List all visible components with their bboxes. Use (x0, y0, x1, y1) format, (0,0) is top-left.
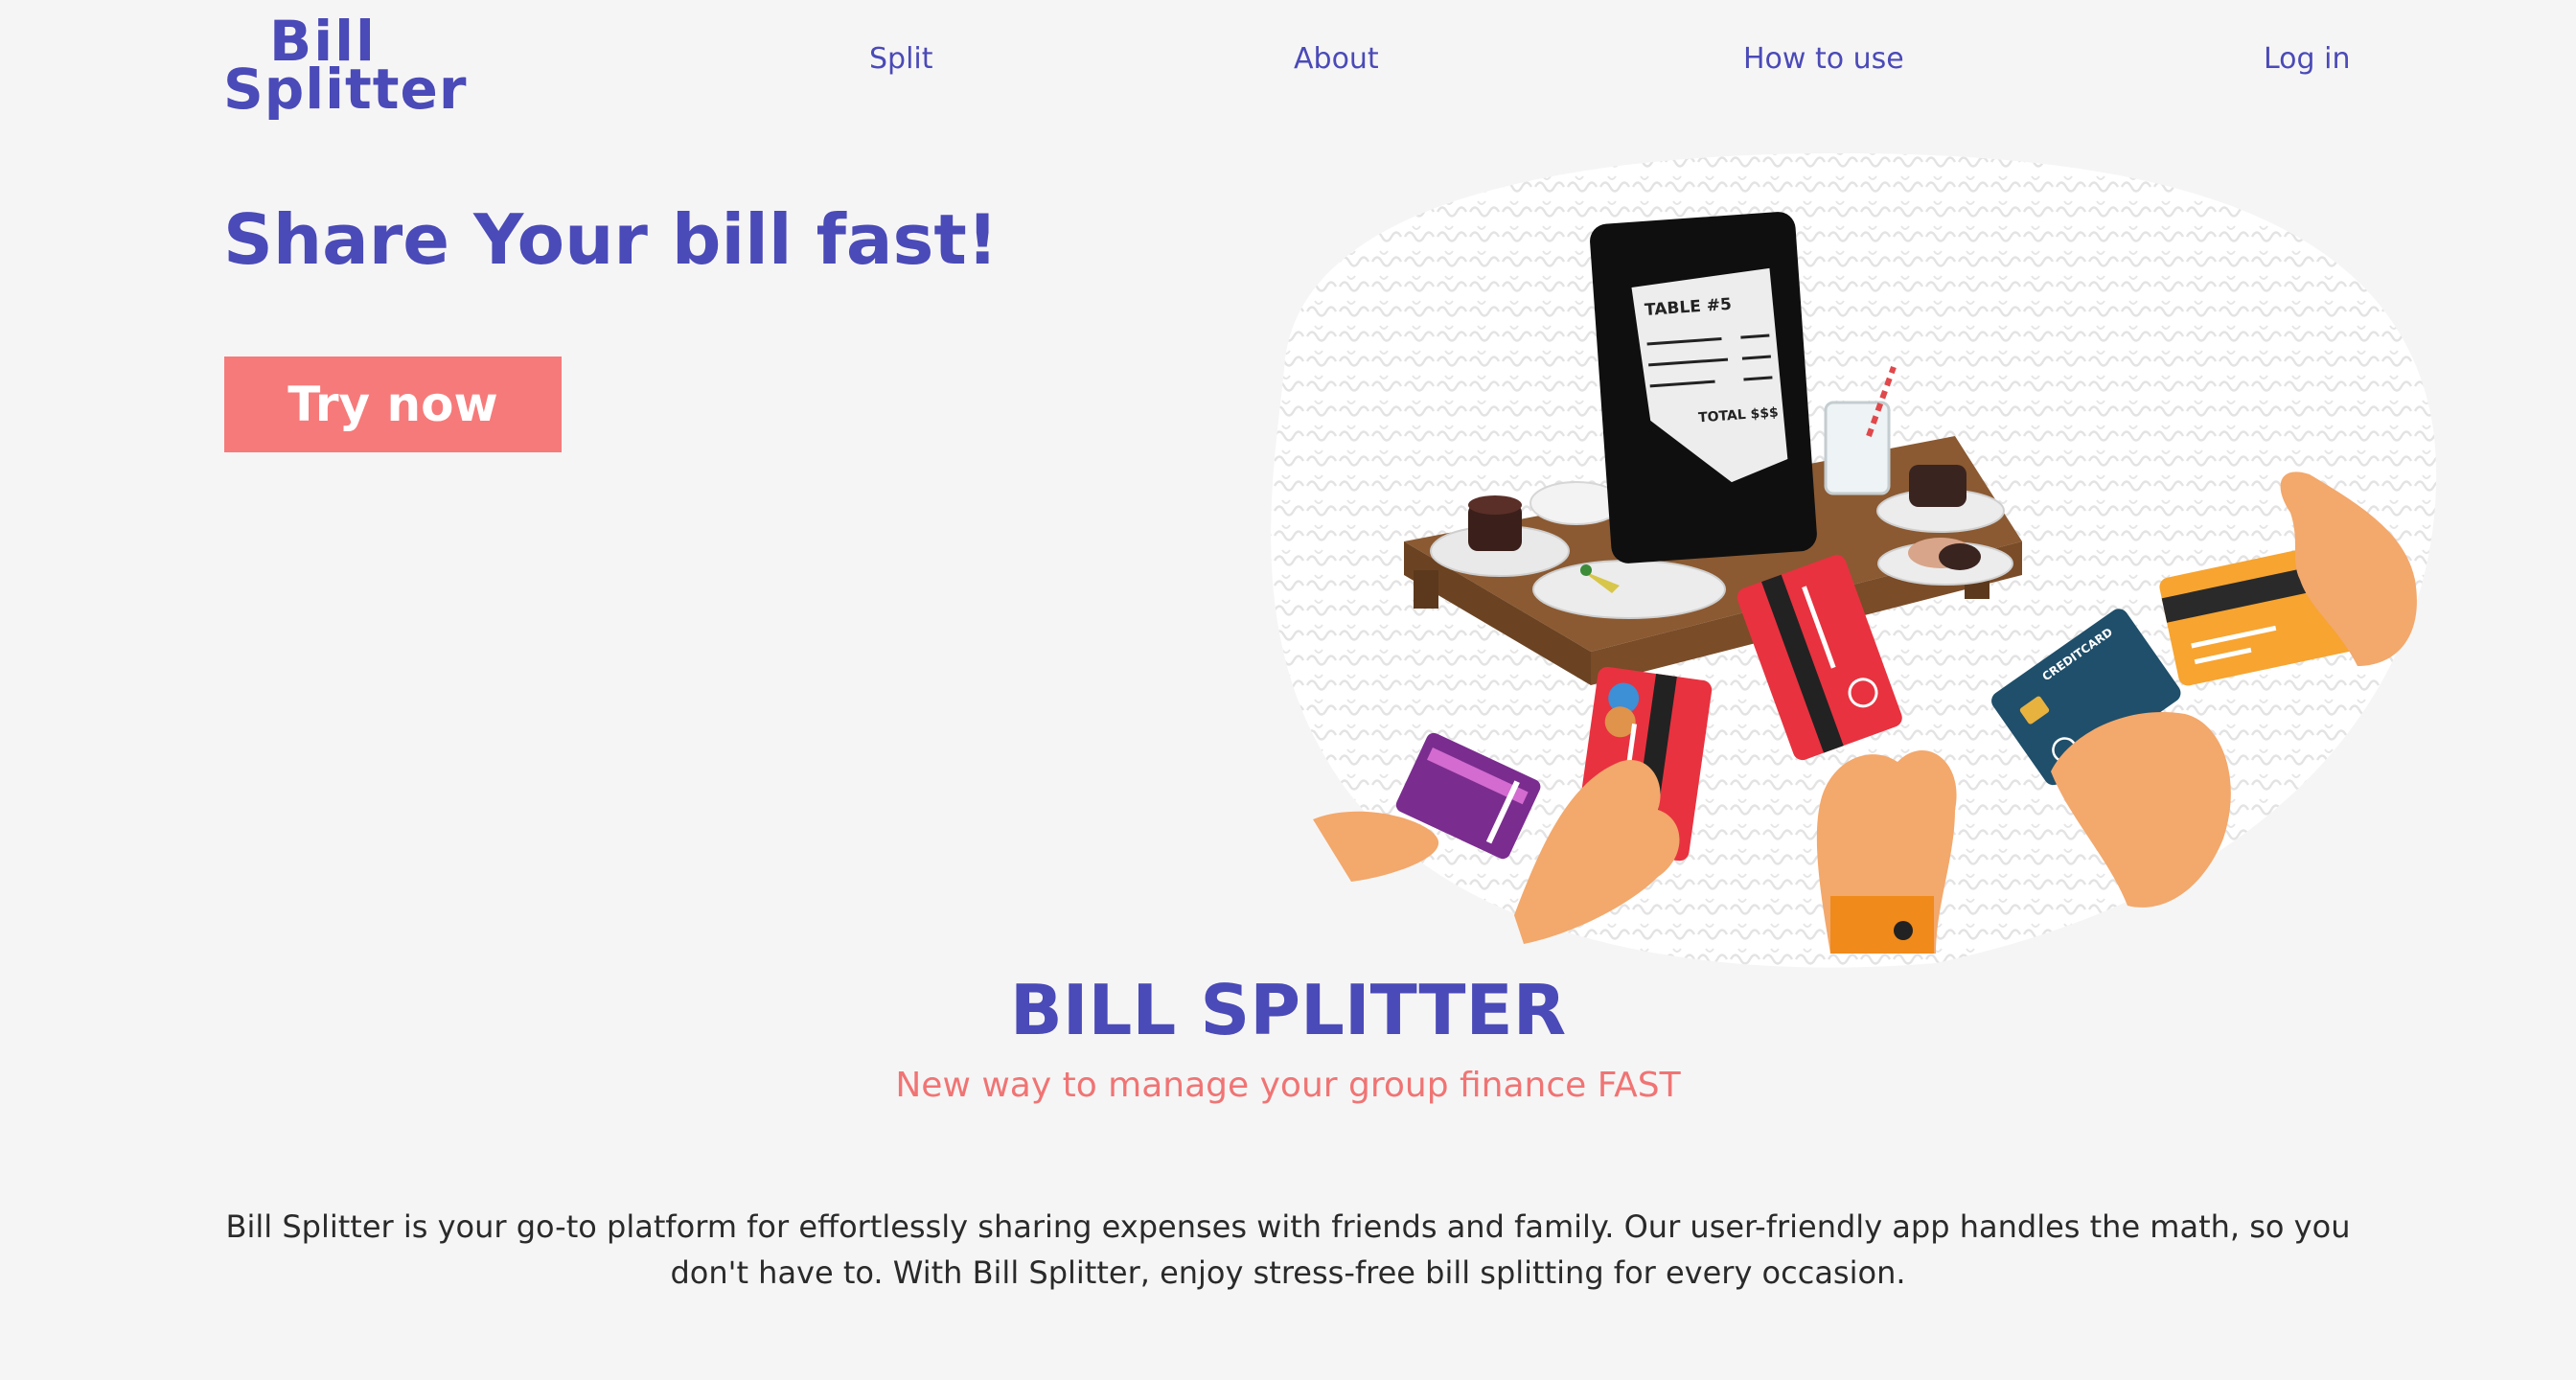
brand-title: BILL SPLITTER (1009, 970, 1567, 1050)
try-now-button[interactable]: Try now (224, 356, 562, 452)
glass (1824, 401, 1891, 495)
sleeve-center (1830, 896, 1934, 954)
plate-center (1532, 560, 1726, 619)
receipt-tablet: TABLE #5 TOTAL $$$ (1590, 212, 1817, 564)
hero-title: Share Your bill fast! (223, 199, 999, 280)
nav-about-link[interactable]: About (1294, 42, 1379, 76)
brand-subtitle: New way to manage your group finance FAS… (895, 1066, 1681, 1105)
logo-line-2: Splitter (223, 57, 468, 122)
nav-login-link[interactable]: Log in (2264, 42, 2350, 76)
nav-how-to-use-link[interactable]: How to use (1743, 42, 1904, 76)
intro-description: Bill Splitter is your go-to platform for… (225, 1208, 2351, 1291)
logo[interactable]: Bill Splitter (223, 6, 466, 119)
hero-illustration: TABLE #5 TOTAL $$$ CREDITCARD (1271, 153, 2437, 968)
nav-split-link[interactable]: Split (869, 42, 933, 76)
